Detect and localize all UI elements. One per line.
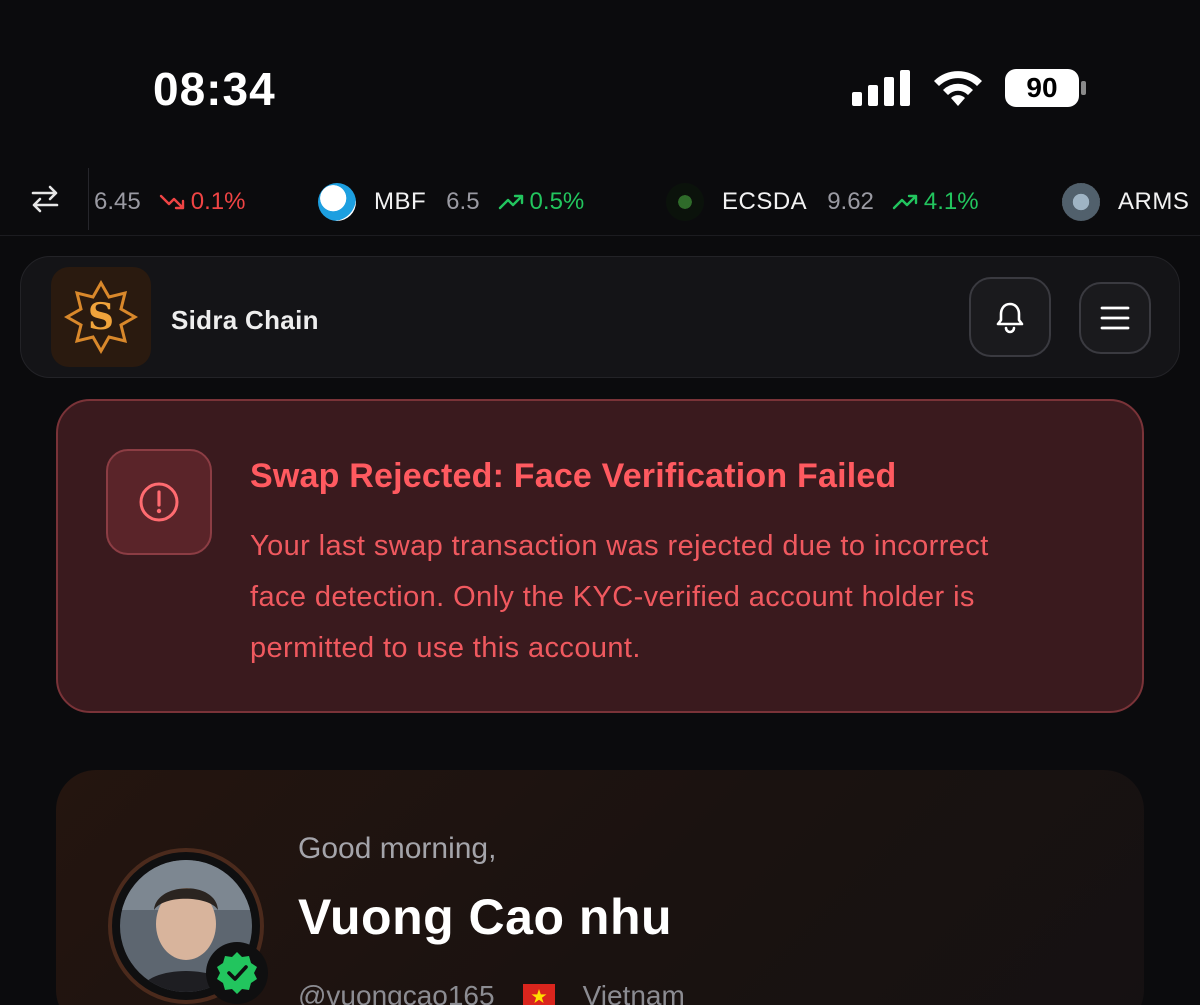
brand-name: Sidra Chain (171, 305, 319, 335)
ticker-change-value: 0.5% (529, 188, 585, 215)
vietnam-flag-icon (522, 984, 555, 1005)
battery-level: 90 (1026, 72, 1058, 103)
ticker-item[interactable]: MBF 6.5 0.5% (318, 182, 584, 222)
ticker-price: 6.5 (446, 188, 480, 215)
ecsda-logo-icon (666, 183, 704, 221)
alert-icon-box (106, 449, 212, 555)
verified-check-icon (217, 952, 257, 994)
battery-indicator: 90 (1004, 68, 1088, 108)
svg-text:S: S (88, 296, 114, 338)
alert-title: Swap Rejected: Face Verification Failed (250, 457, 897, 495)
status-bar: 08:34 90 (0, 0, 1200, 140)
verified-badge (206, 942, 268, 1004)
ticker-change: 0.5% (498, 188, 585, 216)
app-header: S Sidra Chain (20, 256, 1180, 378)
status-time: 08:34 (153, 63, 276, 115)
notifications-button[interactable] (969, 277, 1051, 357)
ticker-item[interactable]: ECSDA 9.62 4.1% (666, 182, 979, 222)
user-handle: @vuongcao165 (298, 980, 495, 1005)
ticker-change-value: 0.1% (190, 188, 246, 215)
ticker-change-value: 4.1% (923, 188, 979, 215)
ticker-change: 4.1% (892, 188, 979, 216)
price-ticker[interactable]: 6.45 0.1% MBF 6.5 0.5% ECSDA 9.62 4.1% A… (0, 168, 1200, 236)
ticker-price: 6.45 (94, 188, 141, 215)
wifi-icon (934, 71, 982, 106)
sidra-logo-icon[interactable]: S (51, 267, 151, 367)
trend-down-icon (159, 194, 184, 210)
exclamation-circle-icon (139, 482, 179, 522)
arms-logo-icon (1062, 183, 1100, 221)
swap-rejected-alert: Swap Rejected: Face Verification Failed … (56, 399, 1144, 713)
ticker-divider (88, 168, 89, 230)
trend-up-icon (892, 194, 918, 210)
greeting-text: Good morning, (298, 832, 497, 865)
ticker-change: 0.1% (159, 188, 246, 216)
cellular-signal-icon (852, 70, 910, 106)
bell-icon (996, 302, 1024, 334)
user-country: Vietnam (582, 980, 685, 1005)
ticker-symbol: ARMS (1118, 188, 1190, 215)
alert-message: Your last swap transaction was rejected … (250, 530, 989, 664)
trend-up-icon (498, 194, 523, 210)
user-name: Vuong Cao nhu (298, 889, 673, 945)
mbf-logo-icon (318, 183, 356, 221)
user-meta: @vuongcao165 Vietnam (298, 980, 685, 1005)
ticker-symbol: ECSDA (722, 188, 808, 215)
ticker-symbol: MBF (374, 188, 427, 215)
ticker-price: 9.62 (827, 188, 874, 215)
ticker-item[interactable]: ARMS (1062, 182, 1200, 222)
hamburger-menu-icon (1100, 306, 1130, 330)
swap-arrows-icon[interactable] (28, 182, 62, 216)
app-screen: 08:34 90 6.45 0.1% MBF 6.5 0.5% ECSDA 9.… (0, 0, 1200, 1005)
menu-button[interactable] (1079, 282, 1151, 354)
profile-card: Good morning, Vuong Cao nhu @vuongcao165… (56, 770, 1144, 1005)
ticker-item[interactable]: 6.45 0.1% (94, 182, 245, 222)
